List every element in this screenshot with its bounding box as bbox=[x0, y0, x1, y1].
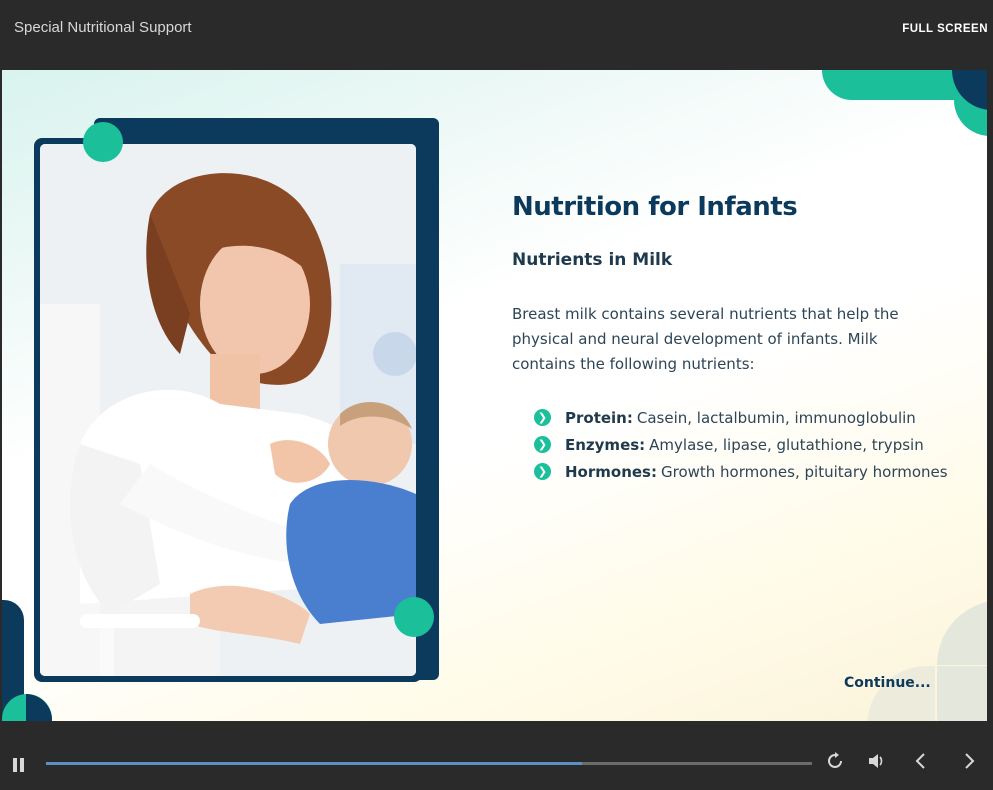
fullscreen-button[interactable]: FULL SCREEN bbox=[902, 23, 988, 35]
mother-infant-photo bbox=[40, 144, 416, 676]
decorative-dot bbox=[394, 597, 434, 637]
pause-icon[interactable] bbox=[12, 758, 26, 772]
nutrient-term: Protein: bbox=[565, 408, 633, 427]
progress-fill bbox=[46, 762, 583, 765]
mother-infant-illustration bbox=[40, 144, 416, 676]
list-item: ❯ Protein: Casein, lactalbumin, immunogl… bbox=[534, 404, 948, 431]
slide-subheading: Nutrients in Milk bbox=[512, 250, 673, 270]
decorative-shape bbox=[937, 600, 987, 665]
chevron-circle-icon: ❯ bbox=[534, 436, 551, 453]
replay-icon[interactable] bbox=[824, 752, 846, 775]
decorative-dot bbox=[83, 122, 123, 162]
nutrient-detail: Growth hormones, pituitary hormones bbox=[660, 462, 948, 481]
chevron-right-icon[interactable] bbox=[958, 752, 980, 775]
slide: Nutrition for Infants Nutrients in Milk … bbox=[2, 70, 987, 721]
slide-heading: Nutrition for Infants bbox=[512, 192, 798, 222]
chevron-circle-icon: ❯ bbox=[534, 463, 551, 480]
photo-frame bbox=[34, 138, 422, 682]
progress-bar[interactable] bbox=[46, 762, 812, 765]
nutrient-list: ❯ Protein: Casein, lactalbumin, immunogl… bbox=[534, 404, 948, 485]
chevron-left-icon[interactable] bbox=[910, 752, 932, 775]
slide-edge bbox=[987, 70, 993, 721]
decorative-shape bbox=[937, 666, 987, 721]
volume-icon[interactable] bbox=[866, 752, 888, 775]
decorative-shape bbox=[26, 694, 52, 721]
chevron-circle-icon: ❯ bbox=[534, 409, 551, 426]
list-item: ❯ Hormones: Growth hormones, pituitary h… bbox=[534, 458, 948, 485]
slide-body-text: Breast milk contains several nutrients t… bbox=[512, 305, 899, 373]
player-controls bbox=[0, 721, 993, 790]
continue-link[interactable]: Continue... bbox=[844, 675, 931, 691]
nutrient-detail: Amylase, lipase, glutathione, trypsin bbox=[649, 435, 924, 454]
nutrient-term: Hormones: bbox=[565, 462, 657, 481]
top-bar: Special Nutritional Support FULL SCREEN bbox=[0, 0, 993, 70]
course-title: Special Nutritional Support bbox=[14, 19, 192, 36]
list-item: ❯ Enzymes: Amylase, lipase, glutathione,… bbox=[534, 431, 948, 458]
nutrient-detail: Casein, lactalbumin, immunoglobulin bbox=[636, 408, 916, 427]
nutrient-term: Enzymes: bbox=[565, 435, 646, 454]
